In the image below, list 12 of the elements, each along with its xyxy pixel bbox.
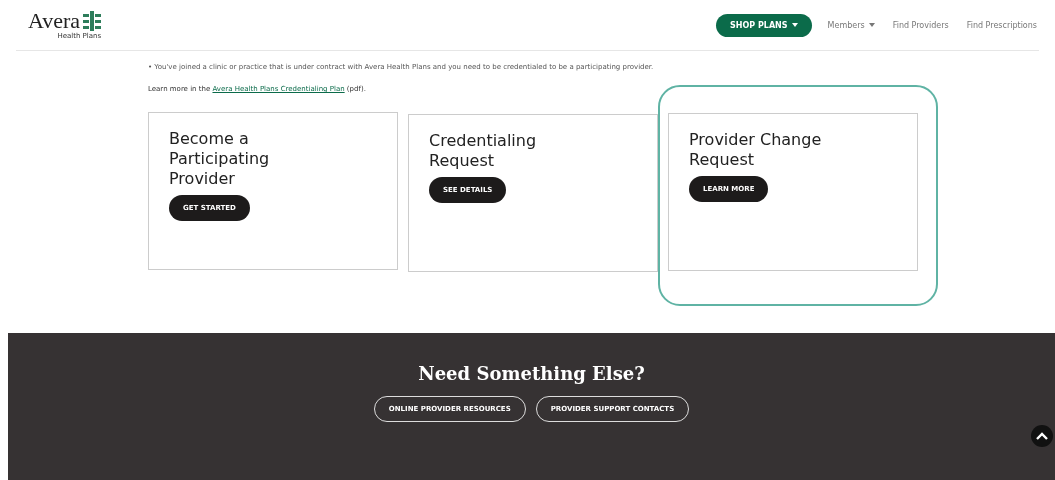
nav-link[interactable]: Find Prescriptions [964, 16, 1039, 34]
card-title: Credentialing Request [429, 131, 538, 171]
card-title: Become a Participating Provider [169, 129, 271, 189]
card-title: Provider Change Request [689, 130, 823, 170]
chevron-up-icon [1036, 432, 1048, 440]
logo-text[interactable]: Avera [28, 10, 81, 32]
footer-heading: Need Something Else? [418, 363, 645, 384]
shop-button[interactable]: SHOP PLANS [716, 13, 812, 37]
nav-link[interactable]: Find Providers [890, 16, 951, 34]
cross-grid-icon [83, 11, 102, 31]
scroll-top-button[interactable] [1031, 425, 1053, 447]
nav-link[interactable]: Members [825, 16, 877, 34]
